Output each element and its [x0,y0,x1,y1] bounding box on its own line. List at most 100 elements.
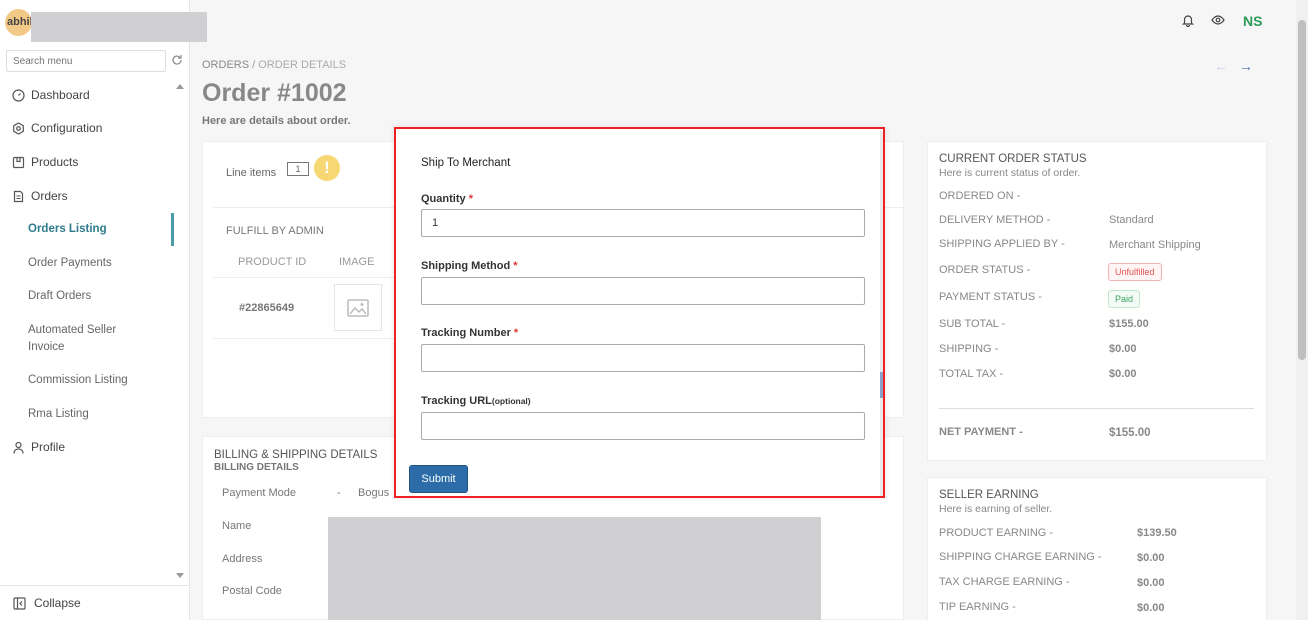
collapse-button[interactable]: Collapse [0,585,190,620]
active-indicator [171,213,174,246]
user-icon [13,441,24,454]
postal-code-label: Postal Code [222,585,282,597]
payment-mode-value: Bogus [358,487,390,499]
subtotal-label: SUB TOTAL - [939,318,1006,330]
billing-details-redacted [328,517,821,620]
sidebar: abhil Dashboard Configuration Products O… [0,0,207,620]
tracking-url-label: Tracking URL(optional) [421,395,531,407]
order-status-label: ORDER STATUS - [939,264,1031,276]
name-label: Name [222,520,252,532]
shipping-method-input[interactable] [421,277,865,305]
modal-scrollbar[interactable] [880,131,883,496]
sidebar-subitem-automated-seller-invoice[interactable]: Automated Seller Invoice [28,322,116,356]
user-initials[interactable]: NS [1243,13,1262,29]
delivery-method-value: Standard [1109,214,1154,226]
sidebar-item-products[interactable]: Products [12,155,78,169]
order-icon [13,190,24,202]
order-status-subtitle: Here is current status of order. [939,167,1081,179]
sidebar-item-dashboard[interactable]: Dashboard [12,88,90,102]
divider [213,277,403,278]
unfulfilled-badge: Unfulfilled [1108,263,1162,281]
sidebar-item-label: Products [31,155,79,169]
sidebar-subitem-orders-listing[interactable]: Orders Listing [28,221,107,238]
shipping-charge-earning-value: $0.00 [1137,552,1165,564]
submit-button[interactable]: Submit [409,465,468,493]
eye-icon[interactable] [1211,13,1225,27]
refresh-icon[interactable] [171,54,183,66]
sidebar-item-label: Profile [31,440,66,454]
sidebar-item-label: Orders [31,189,68,203]
sidebar-item-orders[interactable]: Orders [12,189,68,203]
sidebar-subitem-commission-listing[interactable]: Commission Listing [28,372,128,389]
tip-earning-label: TIP EARNING - [939,601,1016,613]
shipping-applied-label: SHIPPING APPLIED BY - [939,238,1065,250]
breadcrumb-separator: / [249,59,259,71]
sidebar-subitem-label: Invoice [28,341,65,353]
dashboard-icon [12,88,25,102]
page-title: Order #1002 [202,79,347,107]
product-icon [12,156,25,168]
delivery-method-label: DELIVERY METHOD - [939,214,1051,226]
payment-mode-separator: - [337,487,341,499]
gear-icon [13,121,24,135]
seller-earning-title: SELLER EARNING [939,489,1039,501]
breadcrumb-orders[interactable]: ORDERS [202,59,249,71]
shipping-applied-value: Merchant Shipping [1109,239,1201,251]
product-id-cell: #22865649 [239,302,295,314]
sidebar-subitem-order-payments[interactable]: Order Payments [28,255,112,272]
product-earning-label: PRODUCT EARNING - [939,527,1054,539]
sidebar-scroll-up-icon[interactable] [176,84,184,89]
page-scrollbar-thumb[interactable] [1298,20,1306,360]
breadcrumb-order-details: ORDER DETAILS [258,59,347,71]
tracking-number-input[interactable] [421,344,865,372]
payment-mode-label: Payment Mode [222,487,296,499]
tracking-number-label: Tracking Number * [421,327,519,339]
paid-badge: Paid [1108,290,1141,308]
quantity-input[interactable] [421,209,865,237]
product-image[interactable] [334,284,382,331]
tax-charge-earning-value: $0.00 [1137,577,1165,589]
tax-charge-earning-label: TAX CHARGE EARNING - [939,576,1070,588]
next-order-icon[interactable]: → [1239,58,1253,74]
payment-status-label: PAYMENT STATUS - [939,291,1042,303]
warning-icon[interactable]: ! [314,155,340,181]
bell-icon[interactable] [1181,13,1195,27]
tracking-url-input[interactable] [421,412,865,440]
line-items-count: 1 [287,162,309,176]
shipping-value: $0.00 [1109,343,1137,355]
sidebar-scroll-down-icon[interactable] [176,573,184,578]
avatar[interactable]: abhil [5,9,32,36]
collapse-label: Collapse [34,596,81,610]
modal-title: Ship To Merchant [421,157,511,169]
image-placeholder-icon [347,298,369,317]
net-payment-label: NET PAYMENT - [939,426,1023,438]
product-earning-value: $139.50 [1137,527,1177,539]
sidebar-subitem-rma-listing[interactable]: Rma Listing [28,406,89,423]
divider [213,338,403,339]
fulfill-by-admin-title: FULFILL BY ADMIN [226,225,324,237]
billing-details-subtitle: BILLING DETAILS [214,462,299,473]
seller-earning-card: SELLER EARNING Here is earning of seller… [927,477,1267,620]
sidebar-item-configuration[interactable]: Configuration [12,121,102,135]
shipping-method-label: Shipping Method * [421,260,518,272]
modal-scrollbar-thumb[interactable] [880,372,883,398]
previous-order-icon[interactable]: ← [1214,58,1228,74]
username-redacted [31,12,207,42]
sidebar-subitem-draft-orders[interactable]: Draft Orders [28,288,91,305]
sidebar-item-profile[interactable]: Profile [12,440,65,454]
page-subtitle: Here are details about order. [202,115,351,127]
search-menu-input[interactable] [6,50,166,72]
order-status-card: CURRENT ORDER STATUS Here is current sta… [927,141,1267,461]
divider [939,408,1254,409]
quantity-label: Quantity * [421,193,473,205]
sidebar-item-label: Configuration [31,121,103,135]
net-payment-value: $155.00 [1109,427,1151,439]
collapse-icon [13,596,26,610]
line-items-label: Line items [226,167,277,179]
ordered-on-label: ORDERED ON - [939,190,1021,202]
breadcrumb: ORDERS / ORDER DETAILS [202,59,346,71]
sidebar-item-label: Dashboard [31,88,90,102]
column-header-image: IMAGE [339,256,375,268]
shipping-label: SHIPPING - [939,343,999,355]
ship-to-merchant-modal: Ship To Merchant Quantity * Shipping Met… [394,127,885,498]
